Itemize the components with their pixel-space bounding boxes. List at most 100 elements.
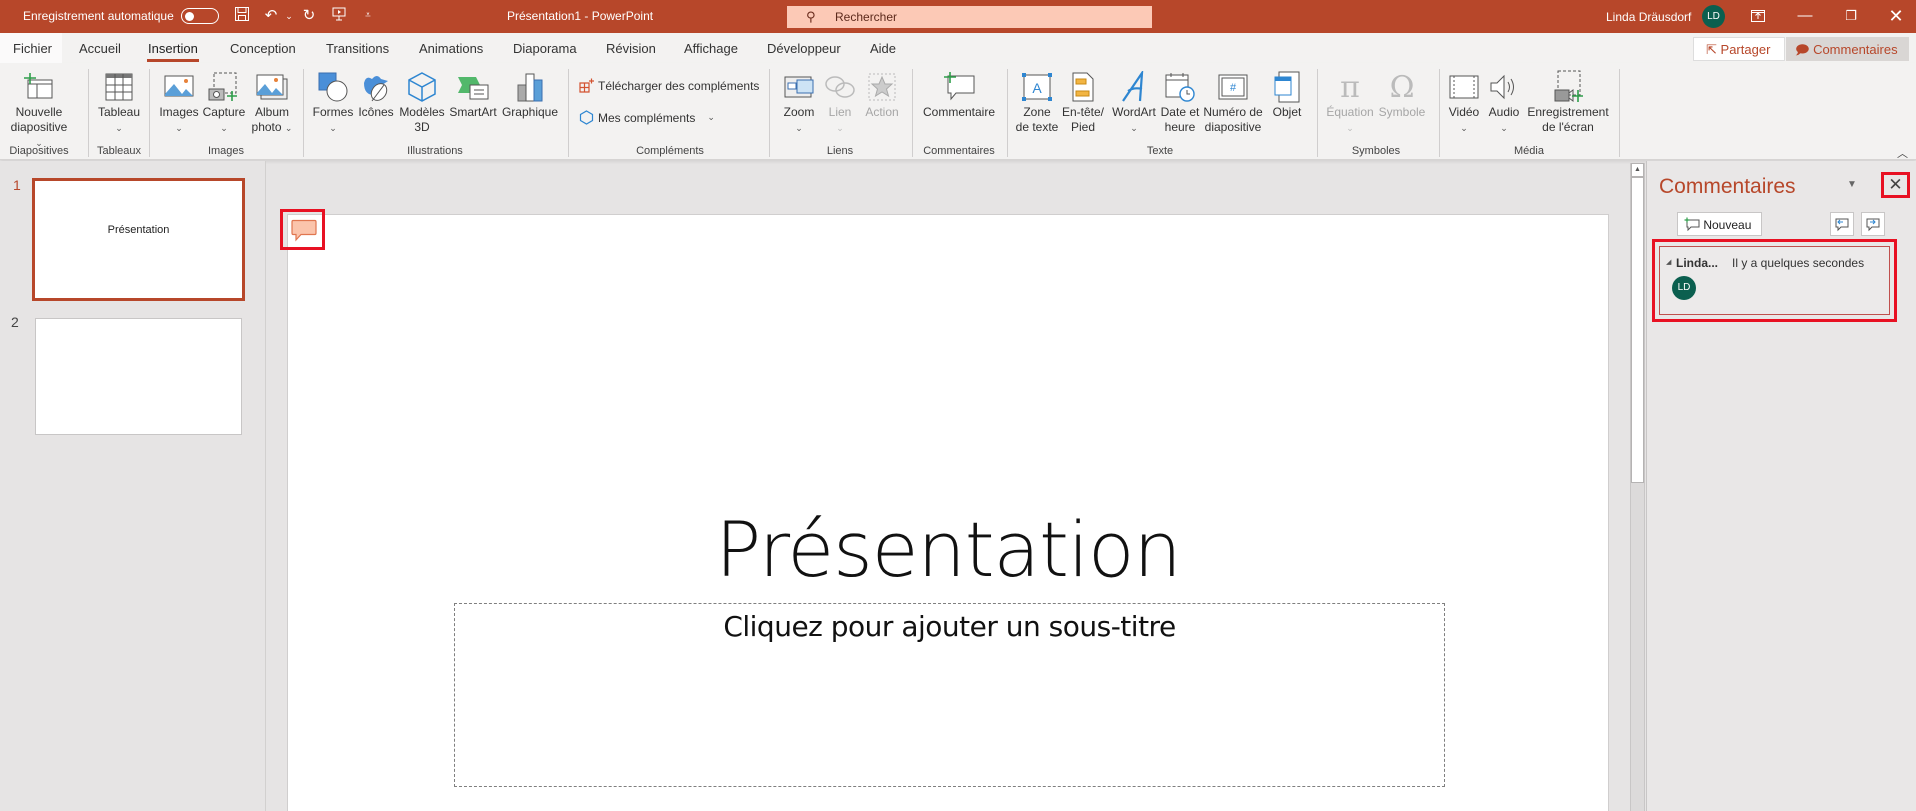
get-addins-label: Télécharger des compléments (598, 78, 760, 93)
link-button[interactable]: Lien ⌄ (822, 69, 858, 136)
search-box[interactable]: ⚲ Rechercher (787, 6, 1152, 28)
slide-number-1: 1 (13, 177, 21, 193)
wordart-button[interactable]: WordArt ⌄ (1108, 69, 1160, 136)
slide-title[interactable]: Présentation (288, 505, 1608, 594)
table-button[interactable]: Tableau ⌄ (95, 69, 143, 136)
redo-icon[interactable]: ↻ (299, 6, 319, 26)
images-button[interactable]: Images ⌄ (156, 69, 202, 136)
date-time-button[interactable]: Date et heure (1160, 69, 1200, 135)
new-slide-label: Nouvelle (15, 105, 63, 119)
svg-text:#: # (1230, 82, 1237, 94)
share-button[interactable]: ⇱ Partager (1693, 37, 1785, 61)
chevron-down-icon: ⌄ (115, 123, 123, 133)
zoom-button[interactable]: Zoom ⌄ (777, 69, 821, 136)
group-divider (303, 69, 304, 157)
user-avatar[interactable]: LD (1702, 5, 1725, 28)
slide-canvas[interactable]: Présentation Cliquez pour ajouter un sou… (287, 214, 1609, 811)
text-box-button[interactable]: A Zone de texte (1013, 69, 1061, 135)
slide-thumbnail-1[interactable]: Présentation (32, 178, 245, 301)
scrollbar-thumb[interactable] (1631, 177, 1644, 483)
save-icon[interactable] (232, 6, 252, 28)
group-divider (912, 69, 913, 157)
action-button[interactable]: Action (860, 69, 904, 120)
ribbon-display-options-icon[interactable] (1743, 4, 1773, 28)
comment-highlight: ◢ Linda... Il y a quelques secondes LD (1652, 239, 1897, 322)
chart-button[interactable]: Graphique (500, 69, 560, 120)
restore-icon[interactable]: ❐ (1836, 4, 1866, 28)
present-from-start-icon[interactable] (329, 6, 349, 28)
link-label: Lien (828, 105, 852, 119)
share-icon: ⇱ (1706, 42, 1717, 57)
3d-models-button[interactable]: Modèles 3D (397, 69, 447, 135)
shapes-icon (311, 69, 355, 105)
close-window-icon[interactable]: ✕ (1881, 4, 1911, 28)
my-addins-label: Mes compléments (598, 110, 696, 125)
header-footer-label: En-tête/ (1061, 105, 1105, 119)
comment-thread[interactable]: ◢ Linda... Il y a quelques secondes LD (1659, 246, 1890, 315)
new-slide-button[interactable]: Nouvelle diapositive ⌄ (8, 69, 70, 151)
tab-insertion[interactable]: Insertion (147, 41, 199, 62)
equation-button[interactable]: π Équation ⌄ (1325, 69, 1375, 136)
new-comment-button[interactable]: Commentaire (919, 69, 999, 120)
customize-toolbar-icon[interactable]: ⩡ (358, 6, 378, 26)
screen-recording-label: Enregistrement (1527, 105, 1609, 119)
collapse-thread-icon[interactable]: ◢ (1666, 258, 1671, 266)
tab-affichage[interactable]: Affichage (684, 41, 738, 56)
group-divider (1439, 69, 1440, 157)
smartart-icon (448, 69, 498, 105)
close-pane-button[interactable]: ✕ (1881, 172, 1910, 198)
smartart-button[interactable]: SmartArt (448, 69, 498, 120)
slide-thumbnail-2[interactable] (35, 318, 242, 435)
slide-number-button[interactable]: # Numéro de diapositive (1200, 69, 1266, 135)
video-button[interactable]: Vidéo ⌄ (1445, 69, 1483, 136)
subtitle-placeholder-box[interactable]: Cliquez pour ajouter un sous-titre (454, 603, 1445, 787)
tab-fichier[interactable]: Fichier (13, 41, 52, 56)
photo-album-button[interactable]: Album photo ⌄ (248, 69, 296, 136)
screen-recording-label-2: de l'écran (1542, 120, 1594, 134)
screenshot-button[interactable]: Capture ⌄ (202, 69, 246, 136)
link-icon (822, 69, 858, 105)
pane-options-dropdown-icon[interactable]: ▼ (1847, 179, 1857, 190)
comment-marker[interactable] (280, 209, 325, 250)
scroll-up-icon[interactable]: ▲ (1631, 163, 1644, 177)
previous-comment-button[interactable] (1830, 212, 1854, 236)
audio-button[interactable]: Audio ⌄ (1486, 69, 1522, 136)
icons-label: Icônes (358, 105, 394, 119)
calendar-clock-icon (1160, 69, 1200, 105)
next-comment-button[interactable] (1861, 212, 1885, 236)
vertical-scrollbar[interactable]: ▲ (1630, 163, 1645, 811)
header-footer-button[interactable]: En-tête/Pied (1061, 69, 1105, 135)
date-time-label-2: heure (1164, 120, 1196, 134)
shapes-button[interactable]: Formes ⌄ (311, 69, 355, 136)
chevron-down-icon: ⌄ (329, 123, 337, 133)
autosave-toggle[interactable] (181, 8, 219, 24)
tab-diaporama[interactable]: Diaporama (513, 41, 577, 56)
undo-dropdown-icon[interactable]: ⌄ (279, 6, 299, 26)
new-comment-pane-button[interactable]: Nouveau (1677, 212, 1762, 236)
tab-animations[interactable]: Animations (419, 41, 483, 56)
object-button[interactable]: Objet (1268, 69, 1306, 120)
get-addins-button[interactable]: Télécharger des compléments (579, 78, 759, 93)
tab-accueil[interactable]: Accueil (79, 41, 121, 56)
icons-button[interactable]: Icônes (355, 69, 397, 120)
tab-aide[interactable]: Aide (870, 41, 896, 56)
comments-button[interactable]: 🗩 Commentaires (1786, 37, 1909, 61)
collapse-ribbon-icon[interactable]: ︿ (1897, 145, 1908, 161)
my-addins-button[interactable]: Mes compléments ⌄ (579, 110, 715, 125)
comment-icon: 🗩 (1795, 42, 1810, 57)
minimize-icon[interactable]: — (1790, 4, 1820, 28)
new-comment-label: Commentaire (922, 105, 996, 119)
3d-models-label-2: 3D (414, 120, 430, 134)
user-name[interactable]: Linda Dräusdorf (1606, 10, 1691, 24)
tab-revision[interactable]: Révision (606, 41, 656, 56)
tab-developpeur[interactable]: Développeur (767, 41, 841, 56)
undo-icon[interactable]: ↶ (261, 6, 281, 26)
tab-transitions[interactable]: Transitions (326, 41, 389, 56)
pane-splitter[interactable] (265, 161, 266, 811)
svg-text:A: A (1032, 80, 1042, 96)
screen-recording-button[interactable]: Enregistrement de l'écran (1524, 69, 1612, 135)
group-label-images: Images (207, 145, 245, 157)
tab-conception[interactable]: Conception (230, 41, 296, 56)
icons-icon (355, 69, 397, 105)
symbol-button[interactable]: Ω Symbole (1377, 69, 1427, 120)
